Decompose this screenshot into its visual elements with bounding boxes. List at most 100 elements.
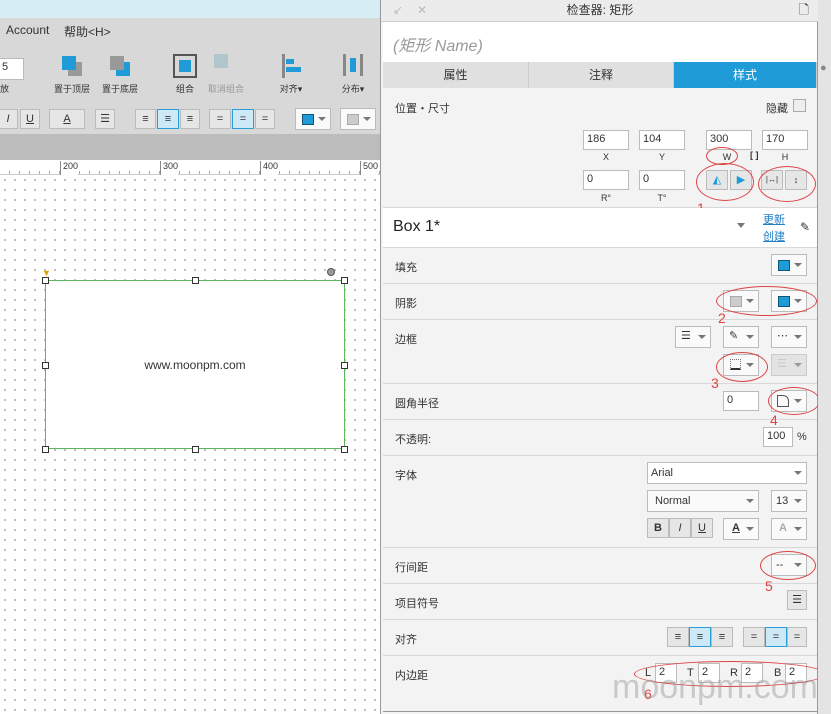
ungroup-icon [214, 54, 238, 78]
valign-bottom-button[interactable]: = [787, 627, 807, 647]
zoom-select[interactable]: 5 [0, 58, 24, 80]
rotation-input[interactable]: 0 [583, 170, 629, 190]
text-effect-dropdown[interactable]: A [771, 518, 807, 540]
border-thickness-dropdown[interactable]: ☰ [675, 326, 711, 348]
bold-button[interactable]: B [647, 518, 669, 538]
arrow-style-dropdown: ☰ [771, 354, 807, 376]
zoom-label: 放 [0, 84, 10, 94]
tab-style[interactable]: 样式 [674, 62, 817, 88]
horizontal-ruler: 200 300 400 500 [0, 160, 380, 175]
collapse-icon[interactable]: ↙ [393, 0, 403, 20]
value: Normal [655, 495, 691, 507]
text-rotation-input[interactable]: 0 [639, 170, 685, 190]
align-left-button[interactable]: ≡ [667, 627, 689, 647]
border-color-dropdown[interactable]: ✎ [723, 326, 759, 348]
caption: R° [600, 193, 612, 203]
shape-name-input[interactable]: (矩形 Name) [383, 22, 817, 62]
bullets-button[interactable]: ☰ [95, 109, 115, 129]
page-icon[interactable]: 🗋 [799, 0, 809, 20]
corner-radius-handle[interactable]: ▼ [42, 268, 51, 278]
style-name[interactable]: Box 1* [393, 218, 440, 236]
group-icon [173, 54, 197, 78]
x-input[interactable]: 186 [583, 130, 629, 150]
row-label: 内边距 [395, 670, 428, 682]
italic-button[interactable]: I [0, 109, 18, 129]
fill-color-dropdown[interactable] [771, 254, 807, 276]
font-size-dropdown[interactable]: 13 [771, 490, 807, 512]
resize-handle[interactable] [42, 277, 49, 284]
valign-bottom-button[interactable]: = [255, 109, 275, 129]
align-center-button[interactable]: ≡ [157, 109, 179, 129]
rotate-handle[interactable] [327, 268, 335, 276]
style-manager-icon[interactable]: ✎ [800, 220, 810, 234]
update-style-link[interactable]: 更新 [763, 211, 785, 227]
annotation-circle [716, 286, 817, 316]
resize-handle[interactable] [341, 446, 348, 453]
font-color-dropdown[interactable]: A [723, 518, 759, 540]
resize-handle[interactable] [42, 446, 49, 453]
resize-handle[interactable] [341, 277, 348, 284]
border-pattern-dropdown[interactable]: ⋯ [771, 326, 807, 348]
style-dropdown-caret[interactable] [737, 223, 745, 232]
font-weight-dropdown[interactable]: Normal [647, 490, 759, 512]
font-family-dropdown[interactable]: Arial [647, 462, 807, 484]
group-button[interactable]: 组合 [170, 54, 200, 95]
font-color-button[interactable]: A [49, 109, 85, 129]
annotation-circle [768, 387, 820, 415]
create-style-link[interactable]: 创建 [763, 228, 785, 244]
shadow-dropdown[interactable] [340, 108, 376, 130]
valign-top-button[interactable]: = [209, 109, 231, 129]
inspector-panel: ↙ ✕ 检查器: 矩形 🗋 (矩形 Name) 属性 注释 样式 位置・尺寸 隐… [380, 0, 826, 714]
bring-front-button[interactable]: 置于顶层 [52, 54, 92, 95]
distribute-icon [341, 54, 365, 78]
align-center-button[interactable]: ≡ [689, 627, 711, 647]
hidden-label: 隐藏 [766, 103, 788, 115]
resize-handle[interactable] [192, 446, 199, 453]
tab-properties[interactable]: 属性 [383, 62, 529, 88]
send-back-icon [108, 54, 132, 78]
hidden-checkbox[interactable] [793, 99, 806, 112]
send-back-button[interactable]: 置于底层 [100, 54, 140, 95]
menu-account[interactable]: Account [6, 23, 49, 37]
italic-button[interactable]: I [669, 518, 691, 538]
menu-help[interactable]: 帮助<H> [64, 23, 111, 40]
value: Arial [651, 467, 674, 479]
row-label: 不透明: [395, 434, 432, 446]
color-swatch [778, 260, 790, 271]
close-icon[interactable]: ✕ [417, 0, 427, 20]
valign-middle-button[interactable]: = [232, 109, 254, 129]
caption: Y [658, 152, 665, 162]
lock-aspect-icon[interactable]: [ ] [750, 150, 759, 160]
tab-notes[interactable]: 注释 [529, 62, 674, 88]
underline-button[interactable]: U [20, 109, 40, 129]
right-panel-edge: ● [818, 0, 831, 714]
pen-icon: ✎ [729, 330, 739, 342]
opacity-input[interactable]: 100 [763, 427, 793, 447]
align-right-button[interactable]: ≡ [180, 109, 200, 129]
inspector-title: 检查器: 矩形 [566, 3, 634, 17]
bullets-button[interactable]: ☰ [787, 590, 807, 610]
inspector-header: ↙ ✕ 检查器: 矩形 🗋 [381, 0, 819, 22]
rectangle-shape[interactable]: www.moonpm.com [45, 280, 345, 449]
align-right-button[interactable]: ≡ [711, 627, 733, 647]
label: 置于顶层 [53, 84, 90, 94]
y-input[interactable]: 104 [639, 130, 685, 150]
distribute-menu-button[interactable]: 分布▾ [338, 54, 368, 95]
underline-button[interactable]: U [691, 518, 713, 538]
value: 13 [776, 495, 789, 507]
resize-handle[interactable] [192, 277, 199, 284]
corner-radius-input[interactable]: 0 [723, 391, 759, 411]
fill-color-dropdown[interactable] [295, 108, 331, 130]
ungroup-button[interactable]: 取消组合 [206, 54, 246, 95]
resize-handle[interactable] [341, 362, 348, 369]
shadow-icon [347, 114, 359, 125]
valign-middle-button[interactable]: = [765, 627, 787, 647]
align-menu-button[interactable]: 对齐▾ [276, 54, 306, 95]
height-input[interactable]: 170 [762, 130, 808, 150]
align-left-button[interactable]: ≡ [135, 109, 156, 129]
window-title-bar [0, 0, 380, 18]
resize-handle[interactable] [42, 362, 49, 369]
valign-top-button[interactable]: = [743, 627, 765, 647]
page-tabs-bar [0, 134, 380, 160]
watermark: moonpm.com [612, 668, 818, 706]
